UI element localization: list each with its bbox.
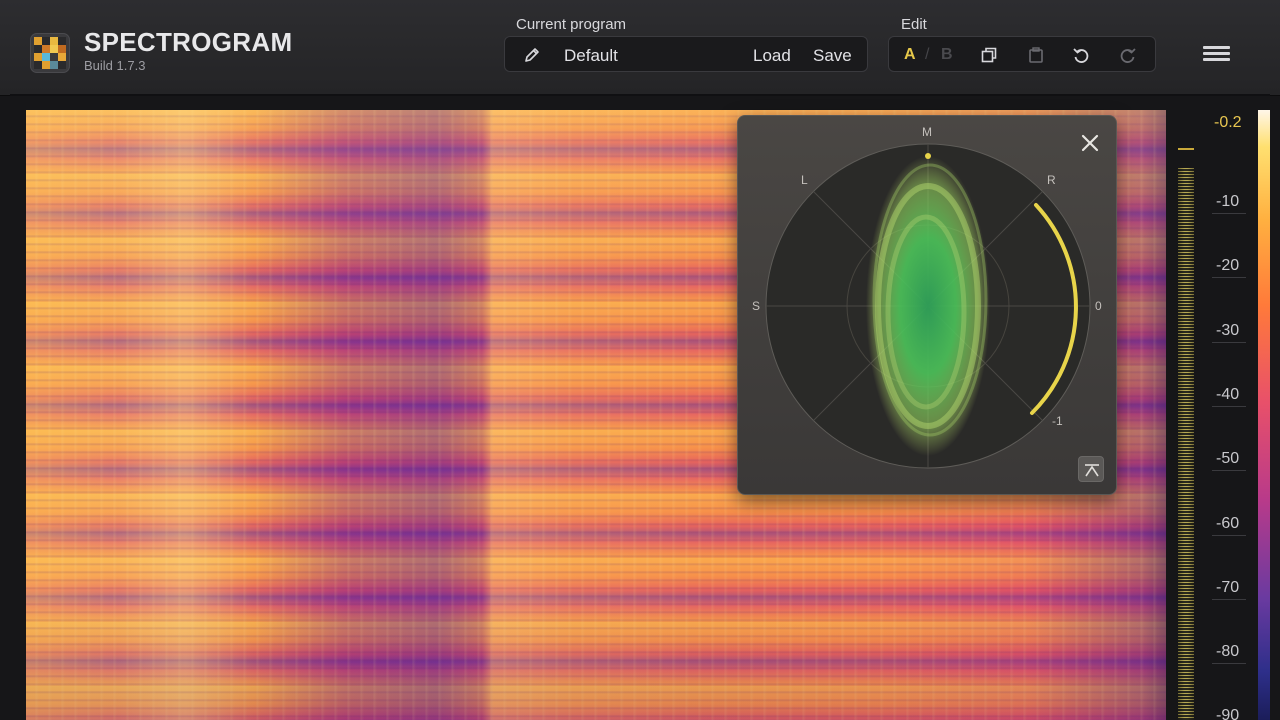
undo-icon[interactable] (1072, 46, 1090, 64)
db-scale-tick (1212, 470, 1246, 472)
redo-icon[interactable] (1119, 46, 1137, 64)
db-scale-tick (1212, 277, 1246, 279)
db-scale-tick (1212, 341, 1246, 343)
vectorscope-panel[interactable]: M L R S 0 -1 (737, 115, 1117, 495)
db-scale-label: -80 (1216, 643, 1240, 661)
db-scale-label: -40 (1216, 385, 1240, 403)
level-meter (1178, 168, 1194, 720)
db-scale-label: -50 (1216, 450, 1240, 468)
vectorscope-display (765, 143, 1091, 469)
ab-a-button[interactable]: A (904, 46, 916, 64)
db-scale-label: -20 (1216, 257, 1240, 275)
db-scale-label: -90 (1216, 707, 1240, 720)
color-gradient-legend (1258, 110, 1270, 720)
ab-separator: / (925, 46, 930, 63)
program-selector[interactable]: Default Load Save (504, 36, 868, 72)
correlation-label-minus-one: -1 (1052, 414, 1063, 428)
hamburger-menu-icon[interactable] (1203, 46, 1230, 62)
db-scale-label: -10 (1216, 193, 1240, 210)
edit-toolbar: A / B (888, 36, 1156, 72)
db-scale-tick (1212, 598, 1246, 600)
plugin-window: SPECTROGRAM Build 1.7.3 Current program … (0, 0, 1280, 720)
scope-label-m: M (922, 125, 932, 139)
scope-label-s: S (752, 299, 761, 313)
load-button[interactable]: Load (753, 46, 791, 66)
edit-label: Edit (901, 16, 927, 33)
db-scale-tick (1212, 405, 1246, 407)
db-scale-label: -70 (1216, 578, 1240, 596)
scope-mode-icon[interactable] (1078, 456, 1104, 482)
correlation-label-zero: 0 (1095, 299, 1102, 313)
paste-icon[interactable] (1027, 46, 1045, 64)
peak-marker (1178, 148, 1194, 150)
db-scale-label: -60 (1216, 514, 1240, 532)
db-scale-tick (1212, 213, 1246, 214)
current-program-label: Current program (516, 16, 627, 33)
close-icon[interactable] (1079, 132, 1101, 154)
app-title: SPECTROGRAM (84, 27, 293, 57)
build-version: Build 1.7.3 (84, 58, 146, 73)
ab-b-button[interactable]: B (941, 46, 953, 64)
save-button[interactable]: Save (813, 46, 852, 66)
db-scale-tick (1212, 663, 1246, 665)
copy-icon[interactable] (980, 46, 998, 64)
scope-label-r: R (1047, 173, 1056, 187)
header-bar: SPECTROGRAM Build 1.7.3 Current program … (0, 0, 1280, 96)
pencil-icon[interactable] (523, 46, 541, 64)
scope-label-l: L (801, 173, 808, 187)
db-scale-label: -30 (1216, 321, 1240, 339)
db-scale-tick (1212, 534, 1246, 536)
program-name[interactable]: Default (564, 46, 618, 66)
peak-readout: -0.2 (1214, 114, 1242, 131)
app-logo-icon (30, 33, 70, 73)
